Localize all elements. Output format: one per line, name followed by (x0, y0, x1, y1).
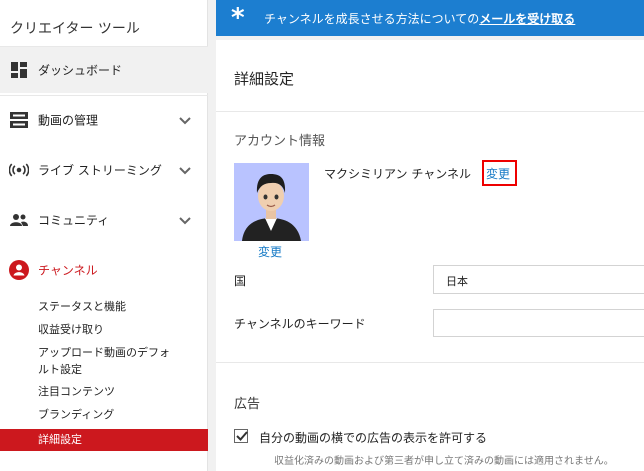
chevron-down-icon[interactable] (178, 113, 192, 127)
sidebar-item-label: チャンネル (38, 263, 98, 278)
avatar (234, 163, 309, 241)
sidebar-subitem-advanced[interactable]: 詳細設定 (0, 429, 208, 451)
sidebar: クリエイター ツール ダッシュボード 動画の管理 ライブ ストリーミング コミュ… (0, 0, 208, 471)
chevron-down-icon[interactable] (178, 163, 192, 177)
sidebar-item-dashboard[interactable]: ダッシュボード (0, 47, 208, 93)
panel-divider (216, 362, 644, 363)
ads-checkbox-label: 自分の動画の横での広告の表示を許可する (259, 431, 488, 445)
sidebar-item-community[interactable]: コミュニティ (0, 197, 208, 243)
community-icon (9, 210, 29, 230)
banner-text: チャンネルを成長させる方法についてのメールを受け取る (264, 10, 575, 27)
sidebar-item-label: コミュニティ (38, 213, 110, 228)
sidebar-item-label: ダッシュボード (38, 63, 123, 78)
channel-name: マクシミリアン チャンネル (324, 167, 471, 181)
banner-message: チャンネルを成長させる方法についての (264, 12, 480, 26)
country-value: 日本 (446, 275, 468, 288)
country-label: 国 (234, 274, 247, 288)
sidebar-title: クリエイター ツール (10, 21, 140, 37)
chevron-down-icon[interactable] (178, 213, 192, 227)
sidebar-subitem-branding[interactable]: ブランディング (38, 406, 114, 423)
sidebar-subitem-label: アップロード動画のデフォ (38, 346, 170, 359)
page-title: 詳細設定 (234, 70, 295, 88)
channel-name-change-link[interactable]: 変更 (486, 165, 510, 182)
account-section-heading: アカウント情報 (234, 134, 326, 149)
sidebar-divider (0, 95, 208, 96)
keywords-label: チャンネルのキーワード (234, 317, 366, 331)
promo-banner: * チャンネルを成長させる方法についてのメールを受け取る (216, 0, 644, 36)
ads-checkbox[interactable] (234, 429, 248, 443)
channel-icon (9, 260, 29, 280)
video-manager-icon (9, 110, 29, 130)
banner-link[interactable]: メールを受け取る (479, 12, 575, 26)
country-select[interactable]: 日本 (433, 265, 644, 294)
sidebar-item-channel[interactable]: チャンネル (0, 247, 208, 293)
sidebar-subitem-label: ルト設定 (38, 363, 82, 376)
sidebar-item-video-manager[interactable]: 動画の管理 (0, 97, 208, 143)
dashboard-icon (9, 60, 29, 80)
advanced-settings-panel: 詳細設定 アカウント情報 変更 マクシミリアン チャンネル 変更 国 日本 チャ… (216, 40, 644, 471)
checkmark-icon (236, 431, 248, 441)
ads-note: 収益化済みの動画および第三者が申し立て済みの動画には適用されません。 (274, 456, 614, 467)
sidebar-subitem-status[interactable]: ステータスと機能 (38, 298, 126, 315)
panel-divider (216, 111, 644, 112)
live-streaming-icon (9, 160, 29, 180)
sidebar-item-live-streaming[interactable]: ライブ ストリーミング (0, 147, 208, 193)
sidebar-subitem-monetization[interactable]: 収益受け取り (38, 321, 104, 338)
sidebar-subitem-featured[interactable]: 注目コンテンツ (38, 383, 115, 400)
sidebar-item-label: 動画の管理 (38, 113, 99, 128)
star-icon: * (231, 3, 245, 33)
avatar-change-link[interactable]: 変更 (258, 243, 282, 260)
sidebar-item-label: ライブ ストリーミング (38, 163, 162, 178)
ads-section-heading: 広告 (234, 397, 261, 412)
keywords-input[interactable] (433, 309, 644, 337)
sidebar-subitem-upload-defaults[interactable]: アップロード動画のデフォ ルト設定 (38, 344, 170, 378)
